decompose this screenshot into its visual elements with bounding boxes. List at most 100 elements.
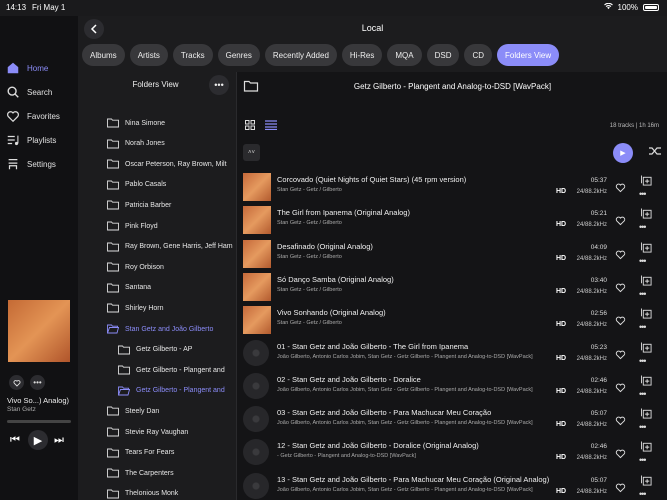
tab-dsd[interactable]: DSD [426, 44, 460, 66]
folder-item[interactable]: Shirley Horn [107, 302, 164, 314]
track-more-button[interactable]: ••• [639, 422, 647, 432]
heart-icon[interactable] [615, 482, 626, 493]
tab-mqa[interactable]: MQA [387, 44, 422, 66]
track-more-button[interactable]: ••• [639, 289, 647, 299]
track-duration: 05:23 [590, 343, 607, 351]
track-title: Vivo Sonhando (Original Analog) [277, 308, 386, 318]
now-playing-favorite-button[interactable] [9, 375, 24, 390]
add-to-queue-icon[interactable] [641, 475, 652, 486]
sidebar-item-label: Favorites [27, 111, 60, 121]
add-to-queue-icon[interactable] [641, 242, 652, 253]
tab-genres[interactable]: Genres [217, 44, 260, 66]
add-to-queue-icon[interactable] [641, 441, 652, 452]
track-row[interactable]: Só Danço Samba (Original Analog) Stan Get… [237, 271, 667, 304]
track-row[interactable]: The Girl from Ipanema (Original Analog) S… [237, 204, 667, 237]
folder-item[interactable]: Pablo Casals [107, 179, 166, 191]
add-to-queue-icon[interactable] [641, 375, 652, 386]
track-more-button[interactable]: ••• [639, 489, 647, 499]
previous-button[interactable]: ⏮ [10, 434, 20, 447]
folder-item[interactable]: Norah Jones [107, 138, 165, 150]
sidebar-item-favorites[interactable]: Favorites [6, 108, 60, 124]
sidebar-item-settings[interactable]: Settings [6, 156, 56, 172]
folder-item[interactable]: Stan Getz and João Gilberto [107, 323, 213, 335]
sidebar-item-home[interactable]: Home [6, 60, 48, 76]
track-more-button[interactable]: ••• [639, 356, 647, 366]
add-to-queue-icon[interactable] [641, 308, 652, 319]
folder-item[interactable]: Pink Floyd [107, 220, 158, 232]
folder-item[interactable]: The Carpenters [107, 467, 174, 479]
shuffle-button[interactable] [649, 146, 661, 159]
now-playing-artist: Stan Getz [7, 406, 36, 413]
heart-icon[interactable] [615, 282, 626, 293]
add-to-queue-icon[interactable] [641, 208, 652, 219]
folder-label: Ray Brown, Gene Harris, Jeff Ham [125, 243, 233, 251]
folder-item[interactable]: Nina Simone [107, 117, 165, 129]
folders-more-button[interactable]: ••• [209, 75, 229, 95]
folder-item[interactable]: Oscar Peterson, Ray Brown, Milt [107, 158, 227, 170]
track-row[interactable]: 03 - Stan Getz and João Gilberto - Para … [237, 404, 667, 437]
folder-icon [107, 221, 119, 231]
track-more-button[interactable]: ••• [639, 189, 647, 199]
track-title: Desafinado (Original Analog) [277, 241, 373, 251]
add-to-queue-icon[interactable] [641, 175, 652, 186]
tab-cd[interactable]: CD [464, 44, 493, 66]
sidebar-item-playlists[interactable]: Playlists [6, 132, 56, 148]
next-button[interactable]: ⏭ [54, 434, 64, 447]
heart-icon[interactable] [615, 249, 626, 260]
now-playing-progress[interactable] [7, 420, 71, 423]
track-row[interactable]: 02 - Stan Getz and João Gilberto - Doral… [237, 371, 667, 404]
track-more-button[interactable]: ••• [639, 256, 647, 266]
track-more-button[interactable]: ••• [639, 389, 647, 399]
folder-item[interactable]: Patricia Barber [107, 199, 171, 211]
tab-folders-view[interactable]: Folders View [497, 44, 560, 66]
track-more-button[interactable]: ••• [639, 322, 647, 332]
track-row[interactable]: 01 - Stan Getz and João Gilberto - The G… [237, 338, 667, 371]
folder-item[interactable]: Thelonious Monk [107, 488, 178, 500]
tab-hi-res[interactable]: Hi-Res [341, 44, 383, 66]
heart-icon[interactable] [615, 349, 626, 360]
heart-icon[interactable] [615, 448, 626, 459]
now-playing-more-button[interactable]: ••• [30, 375, 45, 390]
track-row[interactable]: Desafinado (Original Analog) Stan Getz - … [237, 238, 667, 271]
heart-icon[interactable] [615, 182, 626, 193]
track-row[interactable]: Vivo Sonhando (Original Analog) Stan Getz… [237, 304, 667, 337]
sidebar-item-search[interactable]: Search [6, 84, 52, 100]
heart-icon[interactable] [615, 215, 626, 226]
add-to-queue-icon[interactable] [641, 275, 652, 286]
add-to-queue-icon[interactable] [641, 341, 652, 353]
track-row[interactable]: Corcovado (Quiet Nights of Quiet Stars) … [237, 171, 667, 204]
tab-recently-added[interactable]: Recently Added [264, 44, 337, 66]
folder-item[interactable]: Santana [107, 282, 151, 294]
heart-icon[interactable] [615, 315, 626, 326]
heart-icon[interactable] [615, 382, 626, 393]
track-more-button[interactable]: ••• [639, 455, 647, 465]
grid-view-icon[interactable] [245, 120, 255, 130]
play-button[interactable]: ▶ [28, 430, 48, 450]
folder-icon [107, 118, 119, 128]
folder-item[interactable]: Steely Dan [107, 405, 159, 417]
view-toggle [245, 120, 277, 130]
tab-artists[interactable]: Artists [129, 44, 168, 66]
play-all-button[interactable]: ▶ [613, 143, 633, 163]
folder-item[interactable]: Ray Brown, Gene Harris, Jeff Ham [107, 241, 233, 253]
heart-icon[interactable] [615, 415, 626, 426]
sort-button[interactable]: ˄˅ [243, 144, 260, 161]
next-icon: ⏭ [54, 434, 64, 446]
track-row[interactable]: 12 - Stan Getz and João Gilberto - Doral… [237, 437, 667, 470]
folder-item[interactable]: Getz Gilberto - AP [118, 344, 192, 356]
track-duration: 03:40 [590, 276, 607, 284]
track-row[interactable]: 13 - Stan Getz and João Gilberto - Para … [237, 471, 667, 500]
folder-item[interactable]: Tears For Fears [107, 447, 174, 459]
tab-albums[interactable]: Albums [82, 44, 125, 66]
folder-item[interactable]: Getz Gilberto - Plangent and [118, 385, 225, 397]
track-more-button[interactable]: ••• [639, 222, 647, 232]
folder-item[interactable]: Stevie Ray Vaughan [107, 426, 188, 438]
tab-tracks[interactable]: Tracks [172, 44, 213, 66]
add-to-queue-icon[interactable] [641, 408, 652, 419]
list-view-icon[interactable] [265, 120, 277, 130]
folder-label: Pink Floyd [125, 222, 158, 230]
folder-item[interactable]: Getz Gilberto - Plangent and [118, 364, 225, 376]
now-playing-cover[interactable] [8, 300, 70, 362]
status-date: Fri May 1 [32, 3, 66, 12]
folder-item[interactable]: Roy Orbison [107, 261, 164, 273]
